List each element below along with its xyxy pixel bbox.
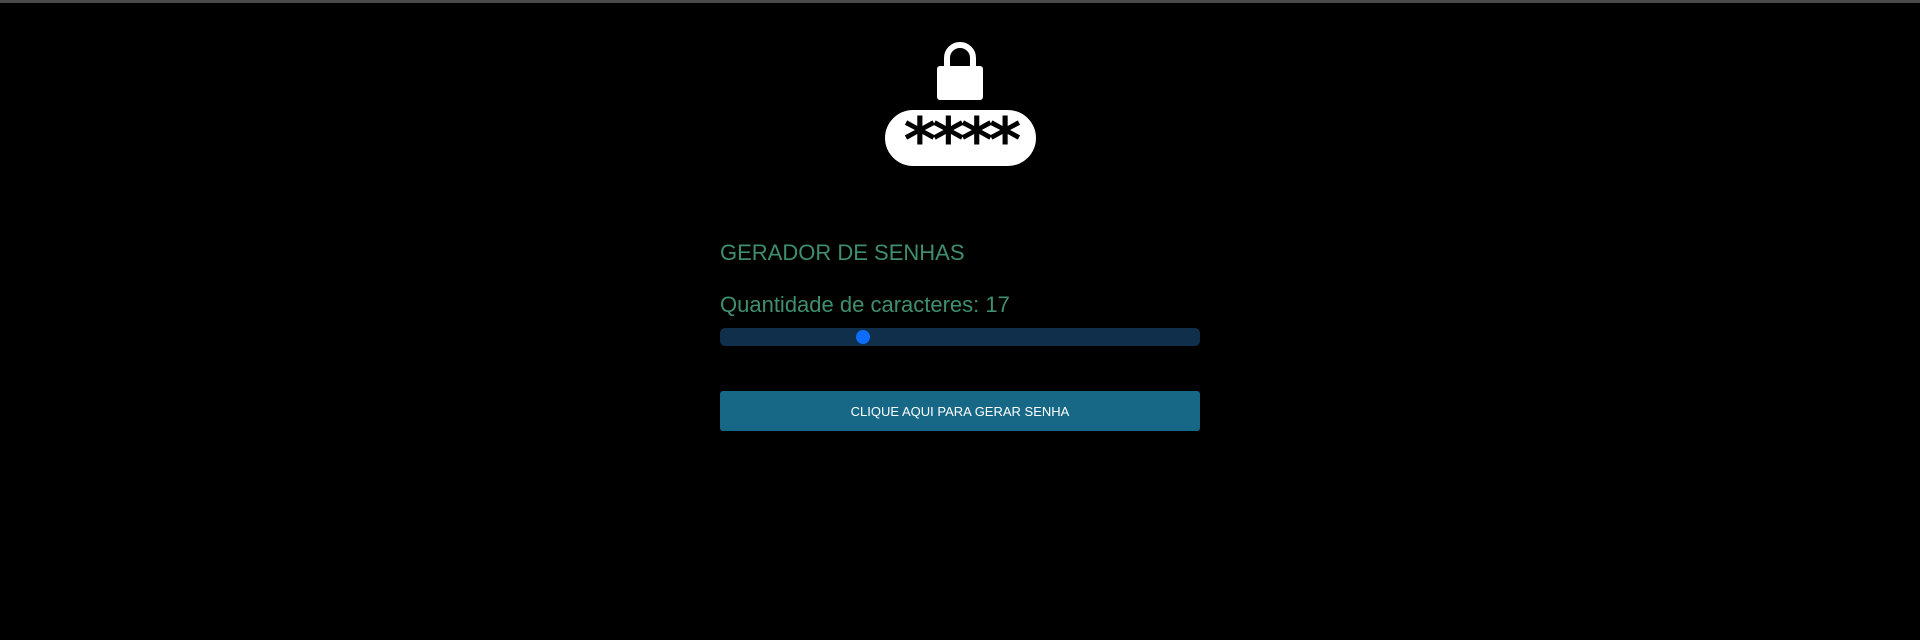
slider-thumb[interactable] — [855, 330, 870, 344]
generator-panel: GERADOR DE SENHAS Quantidade de caracter… — [720, 240, 1200, 431]
window-top-border — [0, 0, 1920, 3]
character-count-label: Quantidade de caracteres: 17 — [720, 292, 1010, 317]
character-count-slider[interactable] — [720, 328, 1200, 346]
lock-password-icon: **** — [880, 38, 1040, 177]
page-title: GERADOR DE SENHAS — [720, 240, 965, 265]
generate-password-button[interactable]: CLIQUE AQUI PARA GERAR SENHA — [720, 391, 1200, 431]
logo-asterisks: **** — [904, 104, 1021, 168]
